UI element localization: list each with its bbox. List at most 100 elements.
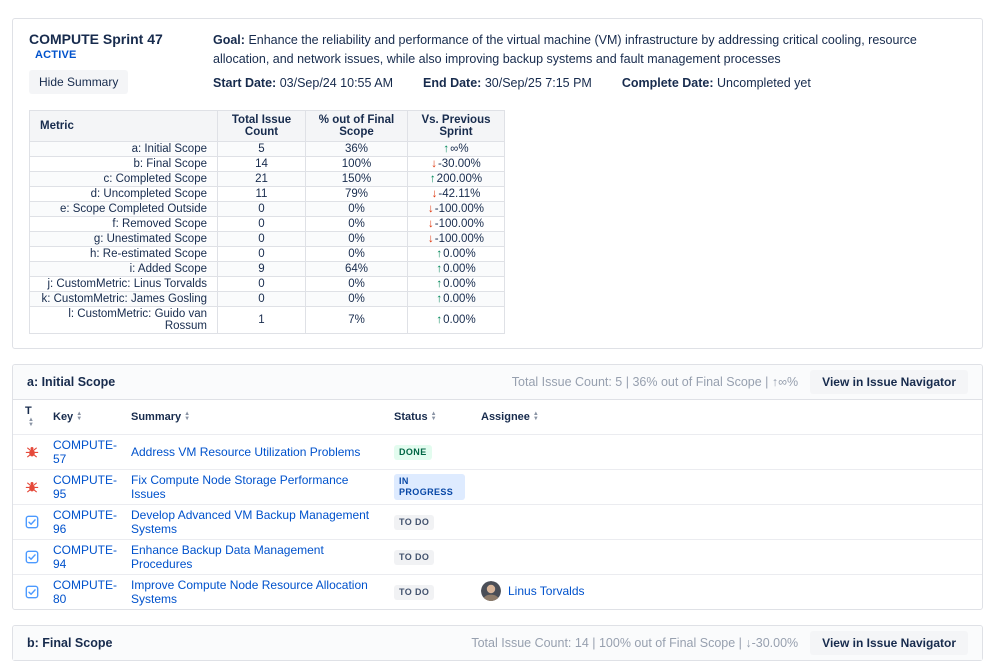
metric-pct: 64% <box>305 261 408 277</box>
metrics-header-pct: % out of Final Scope <box>305 110 408 142</box>
issue-summary-cell: Fix Compute Node Storage Performance Iss… <box>123 469 386 505</box>
assignee-link[interactable]: Linus Torvalds <box>508 584 585 598</box>
goal-text: Enhance the reliability and performance … <box>213 33 917 67</box>
issue-summary-link[interactable]: Improve Compute Node Resource Allocation… <box>131 578 368 606</box>
issues-column-header-summary[interactable]: Summary ▲ ▼ <box>123 399 386 435</box>
trend-up-arrow-icon: ↑ <box>429 173 436 185</box>
trend-up-arrow-icon: ↑ <box>436 278 443 290</box>
view-in-issue-navigator-button[interactable]: View in Issue Navigator <box>810 370 968 394</box>
end-date: End Date: 30/Sep/25 7:15 PM <box>423 74 592 93</box>
metric-pct: 0% <box>305 201 408 217</box>
metric-count: 5 <box>217 141 306 157</box>
trend-up-arrow-icon: ↑ <box>443 143 450 155</box>
issue-summary-cell: Develop Advanced VM Backup Management Sy… <box>123 504 386 540</box>
issue-key-link[interactable]: COMPUTE-94 <box>53 543 117 571</box>
issue-summary-cell: Improve Compute Node Resource Allocation… <box>123 575 386 610</box>
sprint-dates-row: Start Date: 03/Sep/24 10:55 AM End Date:… <box>213 74 966 93</box>
issue-summary-cell: Address VM Resource Utilization Problems <box>123 434 386 470</box>
metric-count: 0 <box>217 246 306 262</box>
summary-left-column: COMPUTE Sprint 47 ACTIVE Hide Summary <box>29 31 201 94</box>
section-initial-scope: a: Initial Scope Total Issue Count: 5 | … <box>12 364 983 610</box>
issue-assignee-cell <box>473 504 982 540</box>
issue-assignee-cell <box>473 434 982 470</box>
status-badge: IN PROGRESS <box>394 474 465 500</box>
issue-summary-link[interactable]: Develop Advanced VM Backup Management Sy… <box>131 508 369 536</box>
start-date-label: Start Date: <box>213 75 277 90</box>
issue-key-link[interactable]: COMPUTE-95 <box>53 473 117 501</box>
column-label: Assignee <box>481 411 530 423</box>
summary-header: COMPUTE Sprint 47 ACTIVE Hide Summary Go… <box>29 31 966 94</box>
metric-row: l: CustomMetric: Guido van Rossum 1 7% ↑0.0… <box>29 306 505 334</box>
section-stats: Total Issue Count: 14 | 100% out of Fina… <box>471 636 799 650</box>
sort-icon: ▲ ▼ <box>532 411 539 423</box>
sprint-title: COMPUTE Sprint 47 <box>29 31 163 47</box>
task-icon <box>25 586 39 599</box>
metric-name: i: Added Scope <box>29 261 218 277</box>
status-badge: TO DO <box>394 515 435 530</box>
avatar <box>481 580 501 601</box>
metric-name: e: Scope Completed Outside <box>29 201 218 217</box>
metrics-table-body: a: Initial Scope 5 36% ↑∞% b: Final Scope 14 1… <box>29 141 505 334</box>
issue-type-cell <box>13 504 45 540</box>
issues-column-header-assignee[interactable]: Assignee ▲ ▼ <box>473 399 982 435</box>
issue-key-cell: COMPUTE-94 <box>45 539 123 575</box>
metric-trend: ↓-42.11% <box>407 186 505 202</box>
metrics-header-metric: Metric <box>29 110 218 142</box>
metric-pct: 0% <box>305 291 408 307</box>
issue-summary-cell: Enhance Backup Data Management Procedure… <box>123 539 386 575</box>
issue-key-link[interactable]: COMPUTE-80 <box>53 578 117 606</box>
status-badge: TO DO <box>394 550 435 565</box>
trend-down-arrow-icon: ↓ <box>428 218 434 230</box>
issue-assignee-cell <box>473 539 982 575</box>
issue-summary-link[interactable]: Address VM Resource Utilization Problems <box>131 445 360 459</box>
issue-summary-link[interactable]: Enhance Backup Data Management Procedure… <box>131 543 324 571</box>
issue-type-cell <box>13 434 45 470</box>
column-label: Summary <box>131 411 182 423</box>
issue-assignee-cell <box>473 469 982 505</box>
metric-count: 0 <box>217 291 306 307</box>
metric-count: 0 <box>217 201 306 217</box>
metric-row: b: Final Scope 14 100% ↓-30.00% <box>29 156 505 172</box>
issue-key-link[interactable]: COMPUTE-96 <box>53 508 117 536</box>
metric-name: k: CustomMetric: James Gosling <box>29 291 218 307</box>
view-in-issue-navigator-button[interactable]: View in Issue Navigator <box>810 631 968 655</box>
issue-key-cell: COMPUTE-57 <box>45 434 123 470</box>
metric-count: 1 <box>217 306 306 334</box>
complete-date-label: Complete Date: <box>621 75 714 90</box>
metric-name: h: Re-estimated Scope <box>29 246 218 262</box>
metric-count: 0 <box>217 276 306 292</box>
issue-type-cell <box>13 539 45 575</box>
start-date: Start Date: 03/Sep/24 10:55 AM <box>213 74 393 93</box>
issue-key-cell: COMPUTE-95 <box>45 469 123 505</box>
issues-column-header-status[interactable]: Status ▲ ▼ <box>386 399 473 435</box>
metric-pct: 79% <box>305 186 408 202</box>
issue-status-cell: IN PROGRESS <box>386 469 473 505</box>
issues-column-header-key[interactable]: Key ▲ ▼ <box>45 399 123 435</box>
metric-trend: ↑0.00% <box>407 306 505 334</box>
complete-date-value: Uncompleted yet <box>717 75 811 90</box>
metric-count: 0 <box>217 231 306 247</box>
trend-down-arrow-icon: ↓ <box>431 158 437 170</box>
metric-count: 21 <box>217 171 306 187</box>
issue-key-link[interactable]: COMPUTE-57 <box>53 438 117 466</box>
metric-name: l: CustomMetric: Guido van Rossum <box>29 306 218 334</box>
metric-trend: ↓-30.00% <box>407 156 505 172</box>
issue-status-cell: DONE <box>386 434 473 470</box>
metric-name: g: Unestimated Scope <box>29 231 218 247</box>
sprint-status-badge: ACTIVE <box>35 49 77 61</box>
trend-up-arrow-icon: ↑ <box>436 248 443 260</box>
column-label: T <box>25 405 32 417</box>
metric-pct: 36% <box>305 141 408 157</box>
metrics-header-trend: Vs. Previous Sprint <box>407 110 505 142</box>
metric-row: i: Added Scope 9 64% ↑0.00% <box>29 261 505 277</box>
section-stats: Total Issue Count: 5 | 36% out of Final … <box>511 375 799 389</box>
hide-summary-button[interactable]: Hide Summary <box>29 70 129 94</box>
metric-count: 9 <box>217 261 306 277</box>
metric-pct: 7% <box>305 306 408 334</box>
trend-up-arrow-icon: ↑ <box>436 314 443 326</box>
metric-row: c: Completed Scope 21 150% ↑200.00% <box>29 171 505 187</box>
metric-row: k: CustomMetric: James Gosling 0 0% ↑0.00% <box>29 291 505 307</box>
issue-summary-link[interactable]: Fix Compute Node Storage Performance Iss… <box>131 473 348 501</box>
issues-column-header-t[interactable]: T ▲ ▼ <box>13 399 45 435</box>
issue-status-cell: TO DO <box>386 504 473 540</box>
